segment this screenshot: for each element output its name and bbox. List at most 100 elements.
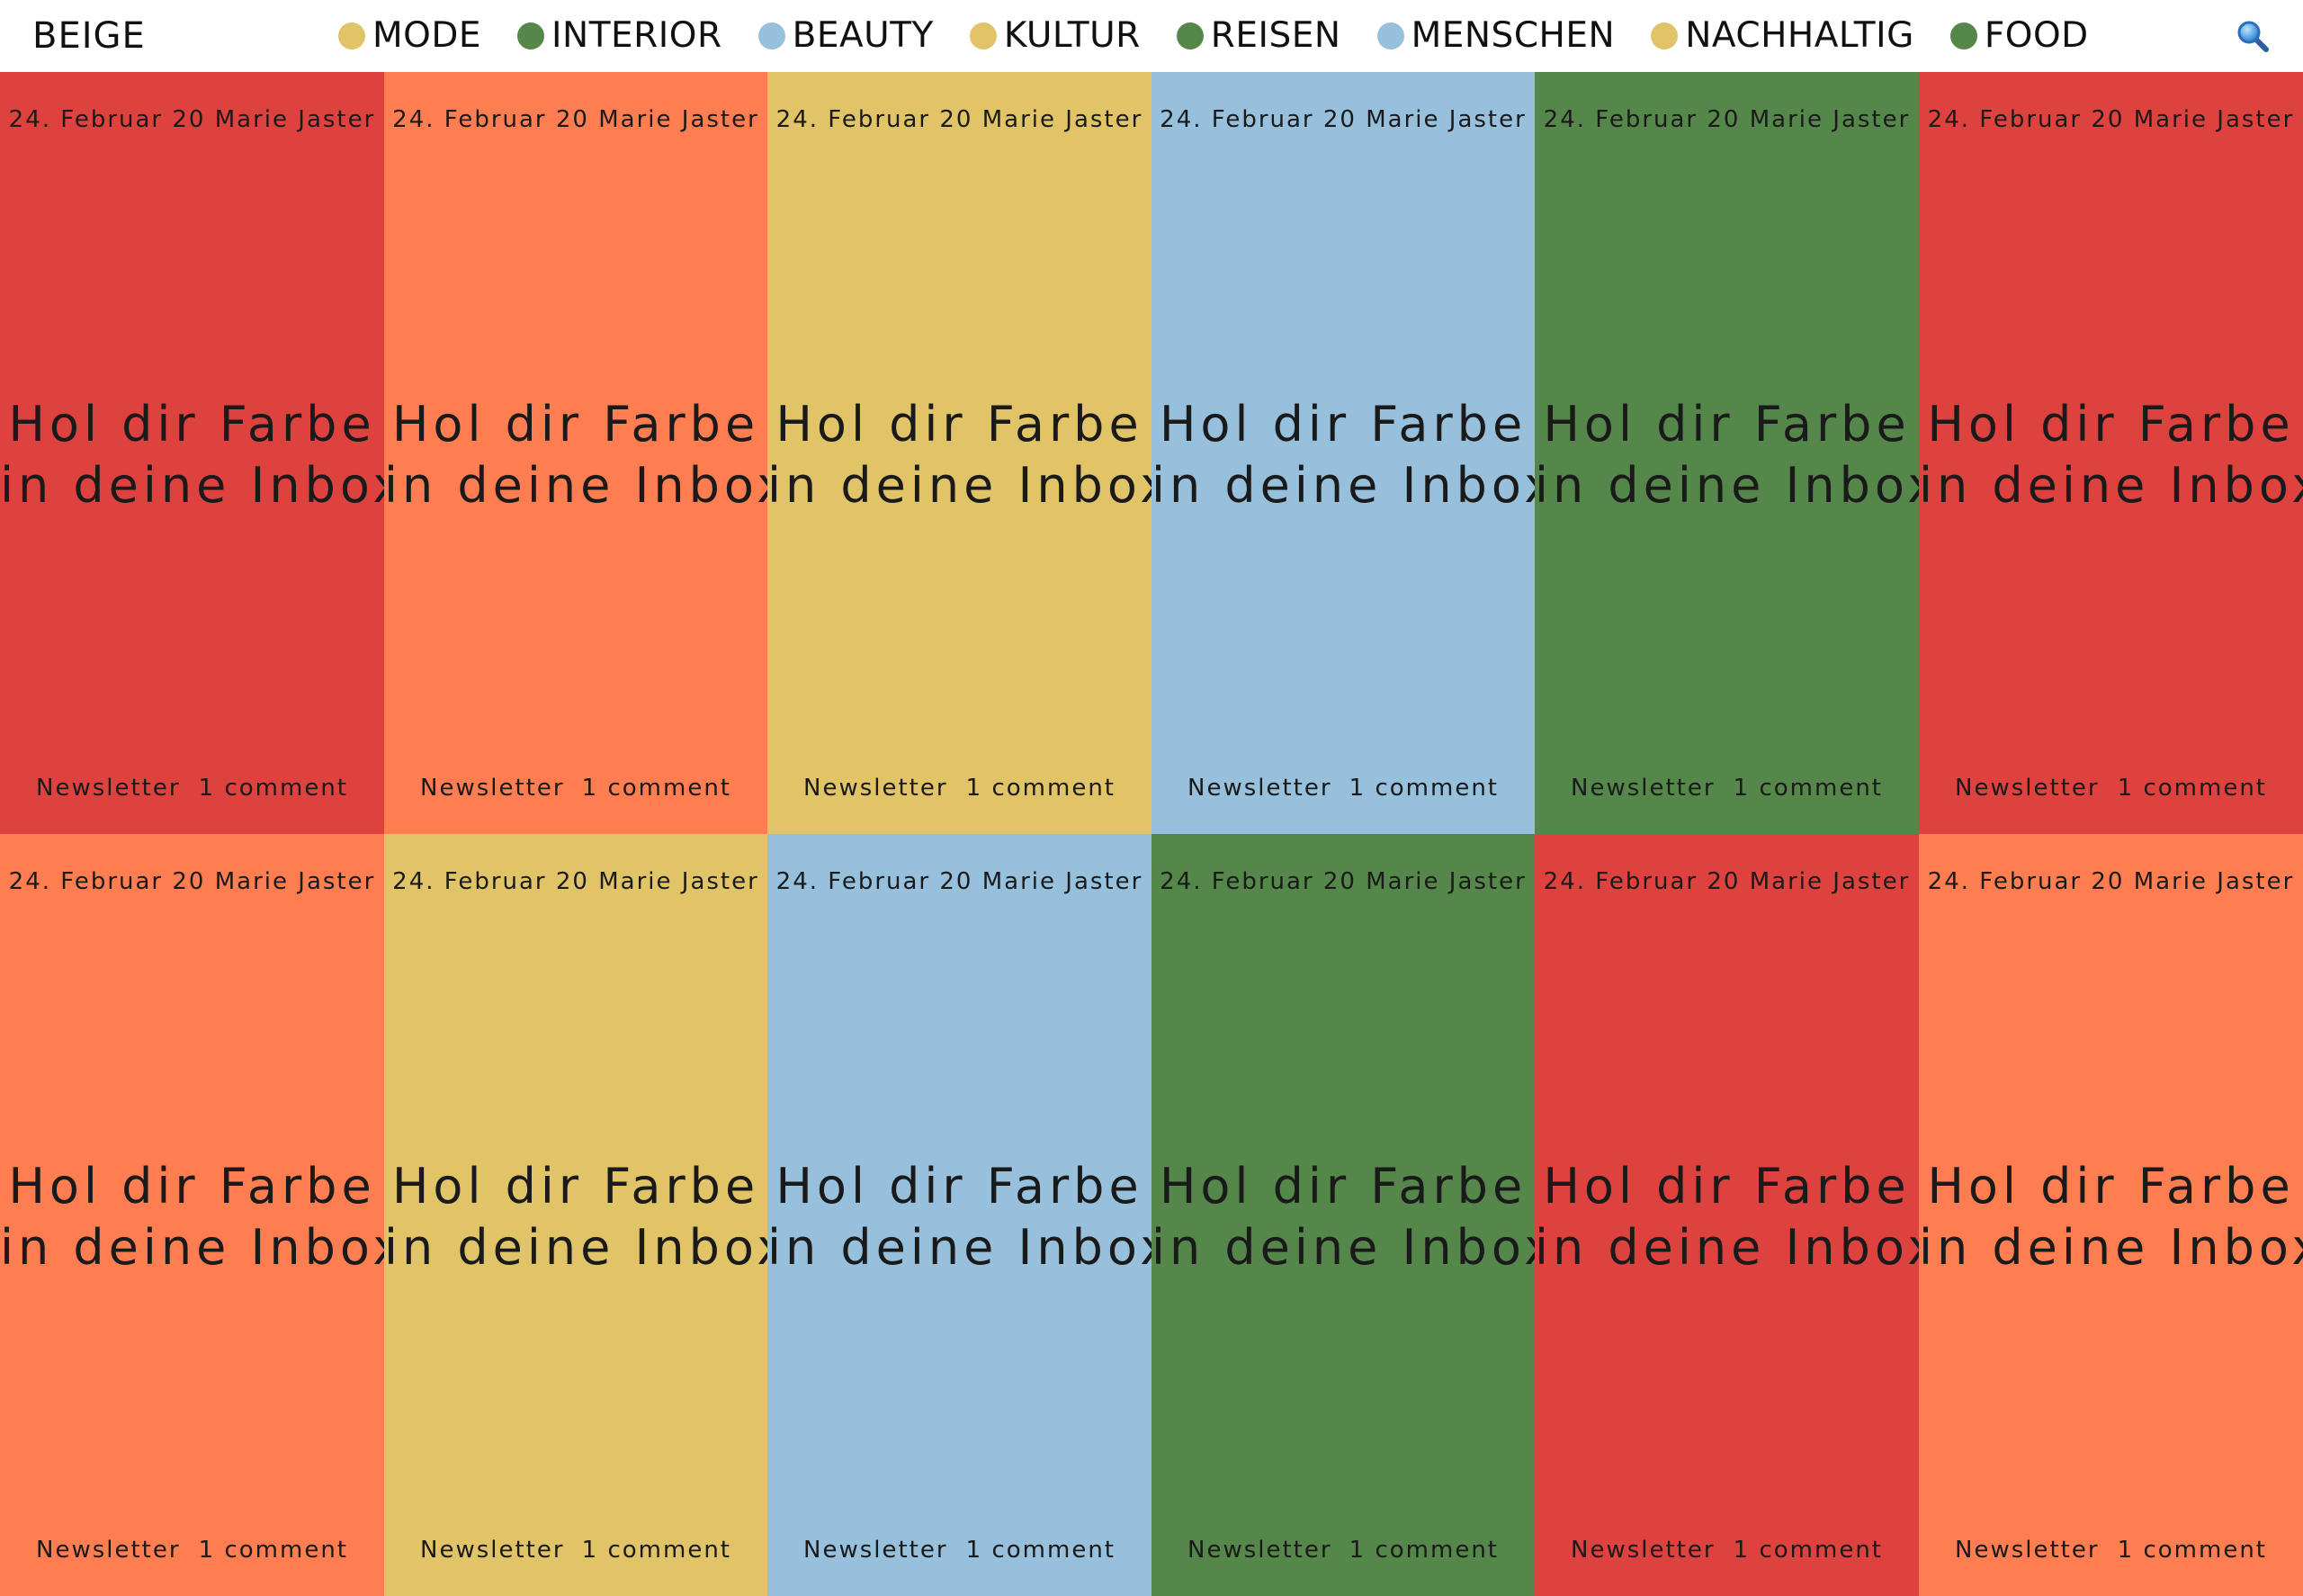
article-card[interactable]: 24. Februar 20 Marie Jaster Hol dir Farb… [0, 834, 384, 1596]
article-card[interactable]: 24. Februar 20 Marie Jaster Hol dir Farb… [384, 834, 767, 1596]
article-card[interactable]: 24. Februar 20 Marie Jaster Hol dir Farb… [1152, 834, 1535, 1596]
article-footer: Newsletter 1 comment [1955, 1537, 2267, 1564]
article-comments-link[interactable]: 1 comment [2118, 1537, 2267, 1564]
article-card[interactable]: 24. Februar 20 Marie Jaster Hol dir Farb… [0, 72, 384, 834]
article-title-line: Hol dir Farbe [391, 1158, 760, 1215]
article-comments-link[interactable]: 1 comment [1734, 1537, 1883, 1564]
article-date: 24. Februar 20 [1160, 106, 1357, 133]
article-author[interactable]: Marie Jaster [1750, 106, 1911, 133]
article-card[interactable]: 24. Februar 20 Marie Jaster Hol dir Farb… [384, 72, 767, 834]
nav-item-mode[interactable]: MODE [338, 16, 481, 56]
article-comments-link[interactable]: 1 comment [966, 1537, 1116, 1564]
article-date: 24. Februar 20 [1927, 106, 2125, 133]
nav-item-label: NACHHALTIG [1685, 15, 1914, 56]
article-author[interactable]: Marie Jaster [2134, 868, 2295, 895]
article-category-link[interactable]: Newsletter [1955, 775, 2100, 802]
article-author[interactable]: Marie Jaster [1366, 868, 1527, 895]
article-author[interactable]: Marie Jaster [215, 106, 376, 133]
article-title-line: in deine Inbox [0, 457, 384, 514]
article-footer: Newsletter 1 comment [1955, 775, 2267, 802]
article-title[interactable]: Hol dir Farbe in deine Inbox [1152, 394, 1535, 516]
article-category-link[interactable]: Newsletter [1187, 1537, 1332, 1564]
article-category-link[interactable]: Newsletter [1187, 775, 1332, 802]
nav-item-food[interactable]: FOOD [1949, 16, 2089, 56]
article-footer: Newsletter 1 comment [1187, 1537, 1499, 1564]
article-footer: Newsletter 1 comment [1571, 1537, 1883, 1564]
article-title-line: in deine Inbox [767, 1219, 1152, 1276]
article-date: 24. Februar 20 [8, 868, 206, 895]
nav-item-kultur[interactable]: KULTUR [969, 16, 1141, 56]
article-date: 24. Februar 20 [1543, 868, 1741, 895]
article-title[interactable]: Hol dir Farbe in deine Inbox [767, 394, 1152, 516]
article-grid: 24. Februar 20 Marie Jaster Hol dir Farb… [0, 72, 2303, 1596]
article-card[interactable]: 24. Februar 20 Marie Jaster Hol dir Farb… [767, 72, 1152, 834]
article-title[interactable]: Hol dir Farbe in deine Inbox [1919, 394, 2303, 516]
article-card[interactable]: 24. Februar 20 Marie Jaster Hol dir Farb… [1535, 72, 1919, 834]
article-comments-link[interactable]: 1 comment [199, 1537, 348, 1564]
category-dot-icon [1176, 22, 1204, 49]
article-card[interactable]: 24. Februar 20 Marie Jaster Hol dir Farb… [1535, 834, 1919, 1596]
article-comments-link[interactable]: 1 comment [1349, 1537, 1499, 1564]
article-card[interactable]: 24. Februar 20 Marie Jaster Hol dir Farb… [767, 834, 1152, 1596]
article-comments-link[interactable]: 1 comment [199, 775, 348, 802]
article-comments-link[interactable]: 1 comment [582, 775, 731, 802]
article-title-line: in deine Inbox [1919, 1219, 2303, 1276]
article-date: 24. Februar 20 [1543, 106, 1741, 133]
article-meta: 24. Februar 20 Marie Jaster [1535, 106, 1919, 133]
article-author[interactable]: Marie Jaster [1750, 868, 1911, 895]
article-title[interactable]: Hol dir Farbe in deine Inbox [1535, 1156, 1919, 1278]
article-category-link[interactable]: Newsletter [1571, 775, 1716, 802]
article-comments-link[interactable]: 1 comment [2118, 775, 2267, 802]
article-title[interactable]: Hol dir Farbe in deine Inbox [1919, 1156, 2303, 1278]
nav-item-label: MODE [372, 15, 482, 56]
brand-logo[interactable]: BEIGE [32, 16, 146, 56]
article-author[interactable]: Marie Jaster [1366, 106, 1527, 133]
article-footer: Newsletter 1 comment [1187, 775, 1499, 802]
article-category-link[interactable]: Newsletter [420, 1537, 565, 1564]
category-nav: MODE INTERIOR BEAUTY KULTUR REISEN MENSC… [338, 0, 2089, 72]
nav-item-interior[interactable]: INTERIOR [517, 16, 722, 56]
article-category-link[interactable]: Newsletter [1571, 1537, 1716, 1564]
article-title[interactable]: Hol dir Farbe in deine Inbox [1535, 394, 1919, 516]
article-author[interactable]: Marie Jaster [982, 868, 1143, 895]
article-footer: Newsletter 1 comment [1571, 775, 1883, 802]
article-comments-link[interactable]: 1 comment [1734, 775, 1883, 802]
article-title[interactable]: Hol dir Farbe in deine Inbox [384, 394, 767, 516]
article-title-line: Hol dir Farbe [8, 1158, 376, 1215]
article-category-link[interactable]: Newsletter [36, 1537, 181, 1564]
article-footer: Newsletter 1 comment [803, 1537, 1116, 1564]
article-title[interactable]: Hol dir Farbe in deine Inbox [0, 1156, 384, 1278]
article-category-link[interactable]: Newsletter [420, 775, 565, 802]
article-comments-link[interactable]: 1 comment [966, 775, 1116, 802]
article-meta: 24. Februar 20 Marie Jaster [767, 868, 1152, 895]
article-author[interactable]: Marie Jaster [598, 868, 759, 895]
article-category-link[interactable]: Newsletter [803, 775, 948, 802]
article-card[interactable]: 24. Februar 20 Marie Jaster Hol dir Farb… [1152, 72, 1535, 834]
article-card[interactable]: 24. Februar 20 Marie Jaster Hol dir Farb… [1919, 72, 2303, 834]
article-author[interactable]: Marie Jaster [598, 106, 759, 133]
article-author[interactable]: Marie Jaster [215, 868, 376, 895]
article-category-link[interactable]: Newsletter [36, 775, 181, 802]
article-category-link[interactable]: Newsletter [1955, 1537, 2100, 1564]
category-dot-icon [1949, 22, 1977, 49]
article-title-line: in deine Inbox [1152, 457, 1535, 514]
nav-item-nachhaltig[interactable]: NACHHALTIG [1651, 16, 1914, 56]
article-date: 24. Februar 20 [392, 868, 589, 895]
nav-item-label: MENSCHEN [1411, 15, 1616, 56]
article-title[interactable]: Hol dir Farbe in deine Inbox [767, 1156, 1152, 1278]
article-footer: Newsletter 1 comment [803, 775, 1116, 802]
article-card[interactable]: 24. Februar 20 Marie Jaster Hol dir Farb… [1919, 834, 2303, 1596]
article-comments-link[interactable]: 1 comment [582, 1537, 731, 1564]
article-category-link[interactable]: Newsletter [803, 1537, 948, 1564]
nav-item-reisen[interactable]: REISEN [1176, 16, 1341, 56]
article-title[interactable]: Hol dir Farbe in deine Inbox [0, 394, 384, 516]
article-title[interactable]: Hol dir Farbe in deine Inbox [384, 1156, 767, 1278]
article-author[interactable]: Marie Jaster [2134, 106, 2295, 133]
nav-item-beauty[interactable]: BEAUTY [757, 16, 934, 56]
article-title[interactable]: Hol dir Farbe in deine Inbox [1152, 1156, 1535, 1278]
article-author[interactable]: Marie Jaster [982, 106, 1143, 133]
category-dot-icon [517, 22, 545, 49]
search-button[interactable] [2236, 20, 2269, 52]
article-comments-link[interactable]: 1 comment [1349, 775, 1499, 802]
nav-item-menschen[interactable]: MENSCHEN [1376, 15, 1616, 56]
